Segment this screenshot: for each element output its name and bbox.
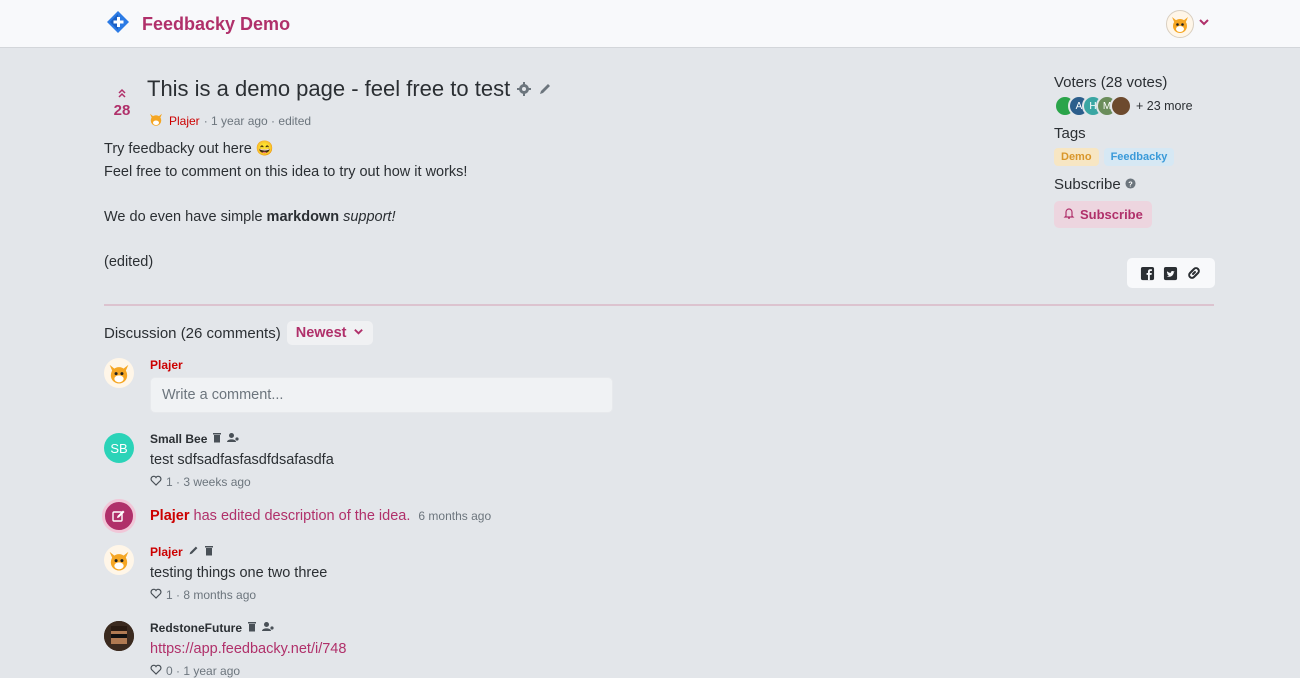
comment-author-line: RedstoneFuture bbox=[150, 621, 750, 635]
author-avatar bbox=[147, 110, 165, 131]
user-menu[interactable] bbox=[1166, 10, 1210, 38]
subscribe-title: Subscribe bbox=[1054, 176, 1121, 193]
vote-count: 28 bbox=[113, 102, 131, 119]
idea-title: This is a demo page - feel free to test bbox=[147, 76, 511, 101]
comment-author[interactable]: Small Bee bbox=[150, 432, 207, 446]
author-name[interactable]: Plajer bbox=[169, 114, 200, 128]
pencil-icon[interactable] bbox=[188, 545, 199, 559]
comment-link[interactable]: https://app.feedbacky.net/i/748 bbox=[150, 641, 346, 657]
comment-author[interactable]: Plajer bbox=[150, 545, 183, 559]
pencil-icon[interactable] bbox=[538, 82, 552, 96]
trash-icon[interactable] bbox=[204, 545, 214, 559]
comment-meta-text: 1 · 8 months ago bbox=[166, 588, 257, 602]
voters-list[interactable]: A H M + 23 more bbox=[1054, 95, 1214, 117]
comment-input[interactable] bbox=[150, 377, 613, 413]
comment-author-line: Plajer bbox=[150, 545, 750, 559]
desc-line-3: We do even have simple bbox=[104, 208, 267, 225]
comment-meta: 0 · 1 year ago bbox=[150, 664, 750, 678]
emoji-smile: 😄 bbox=[255, 141, 274, 157]
edit-event-time: 6 months ago bbox=[418, 509, 492, 523]
idea-meta: Plajer · 1 year ago · edited bbox=[147, 110, 311, 131]
subscribe-button[interactable]: Subscribe bbox=[1054, 201, 1152, 228]
facebook-icon[interactable] bbox=[1140, 266, 1155, 281]
desc-line-4: (edited) bbox=[104, 253, 154, 270]
tags-list: Demo Feedbacky bbox=[1054, 148, 1214, 166]
comment-author[interactable]: RedstoneFuture bbox=[150, 621, 242, 635]
edit-event-text: Plajer has edited description of the ide… bbox=[150, 508, 491, 524]
tag-feedbacky[interactable]: Feedbacky bbox=[1103, 148, 1175, 166]
subscribe-heading: Subscribe ? bbox=[1054, 176, 1214, 193]
comment-text: test sdfsadfasfasdfdsafasdfa bbox=[150, 452, 334, 468]
edit-event-action: has edited description of the idea. bbox=[193, 508, 411, 524]
trash-icon[interactable] bbox=[247, 621, 257, 635]
heart-icon[interactable] bbox=[150, 664, 162, 678]
subscribe-label: Subscribe bbox=[1080, 207, 1143, 222]
user-cog-icon[interactable] bbox=[227, 432, 239, 446]
sort-dropdown[interactable]: Newest bbox=[286, 321, 373, 345]
heart-icon[interactable] bbox=[150, 588, 162, 602]
gear-icon[interactable] bbox=[516, 81, 532, 97]
trash-icon[interactable] bbox=[212, 432, 222, 446]
heart-icon[interactable] bbox=[150, 475, 162, 489]
commenter-avatar bbox=[104, 621, 134, 651]
comment-meta: 1 · 3 weeks ago bbox=[150, 475, 750, 489]
comment-text: testing things one two three bbox=[150, 565, 328, 581]
user-avatar[interactable] bbox=[1166, 10, 1194, 38]
link-icon[interactable] bbox=[1186, 265, 1202, 281]
help-icon[interactable]: ? bbox=[1125, 176, 1136, 193]
bell-icon bbox=[1063, 207, 1075, 222]
edit-event-author[interactable]: Plajer bbox=[150, 508, 190, 524]
upvote-button[interactable]: 28 bbox=[110, 86, 134, 119]
user-cog-icon[interactable] bbox=[262, 621, 274, 635]
current-user-name: Plajer bbox=[150, 358, 183, 372]
feedbacky-logo-icon bbox=[106, 10, 130, 39]
desc-bold: markdown bbox=[266, 208, 340, 225]
edit-event: Plajer has edited description of the ide… bbox=[102, 499, 491, 533]
tags-title: Tags bbox=[1054, 125, 1086, 142]
top-navbar: Feedbacky Demo bbox=[0, 0, 1300, 48]
tag-demo[interactable]: Demo bbox=[1054, 148, 1099, 166]
svg-text:?: ? bbox=[1128, 179, 1133, 188]
comment-meta: 1 · 8 months ago bbox=[150, 588, 750, 602]
idea-meta-text: · 1 year ago · edited bbox=[203, 113, 312, 128]
idea-description: Try feedbacky out here 😄 Feel free to co… bbox=[104, 138, 804, 273]
divider bbox=[104, 304, 1214, 306]
desc-italic: support! bbox=[343, 208, 396, 225]
discussion-header: Discussion (26 comments) Newest bbox=[104, 321, 373, 345]
comment-meta-text: 0 · 1 year ago bbox=[166, 664, 241, 678]
more-voters[interactable]: + 23 more bbox=[1136, 99, 1193, 113]
double-chevron-up-icon bbox=[116, 86, 128, 103]
idea-sidebar: Voters (28 votes) A H M + 23 more Tags D… bbox=[1054, 74, 1214, 228]
comment-meta-text: 1 · 3 weeks ago bbox=[166, 475, 251, 489]
comment-author-line: Small Bee bbox=[150, 432, 750, 446]
chevron-down-icon[interactable] bbox=[1198, 15, 1210, 33]
desc-line-2: Feel free to comment on this idea to try… bbox=[104, 163, 468, 180]
chevron-down-icon bbox=[353, 325, 364, 341]
edit-event-icon bbox=[102, 499, 136, 533]
user-avatar bbox=[104, 358, 134, 388]
commenter-avatar: SB bbox=[104, 433, 134, 463]
desc-line-1: Try feedbacky out here bbox=[104, 141, 252, 157]
voters-title: Voters (28 votes) bbox=[1054, 74, 1168, 91]
twitter-icon[interactable] bbox=[1163, 266, 1178, 281]
share-buttons bbox=[1127, 258, 1215, 288]
commenter-avatar bbox=[104, 545, 134, 575]
brand-name[interactable]: Feedbacky Demo bbox=[142, 14, 290, 35]
brand[interactable]: Feedbacky Demo bbox=[106, 10, 290, 39]
sort-label: Newest bbox=[295, 325, 347, 341]
discussion-title: Discussion (26 comments) bbox=[104, 324, 281, 342]
voter-avatar[interactable] bbox=[1110, 95, 1132, 117]
